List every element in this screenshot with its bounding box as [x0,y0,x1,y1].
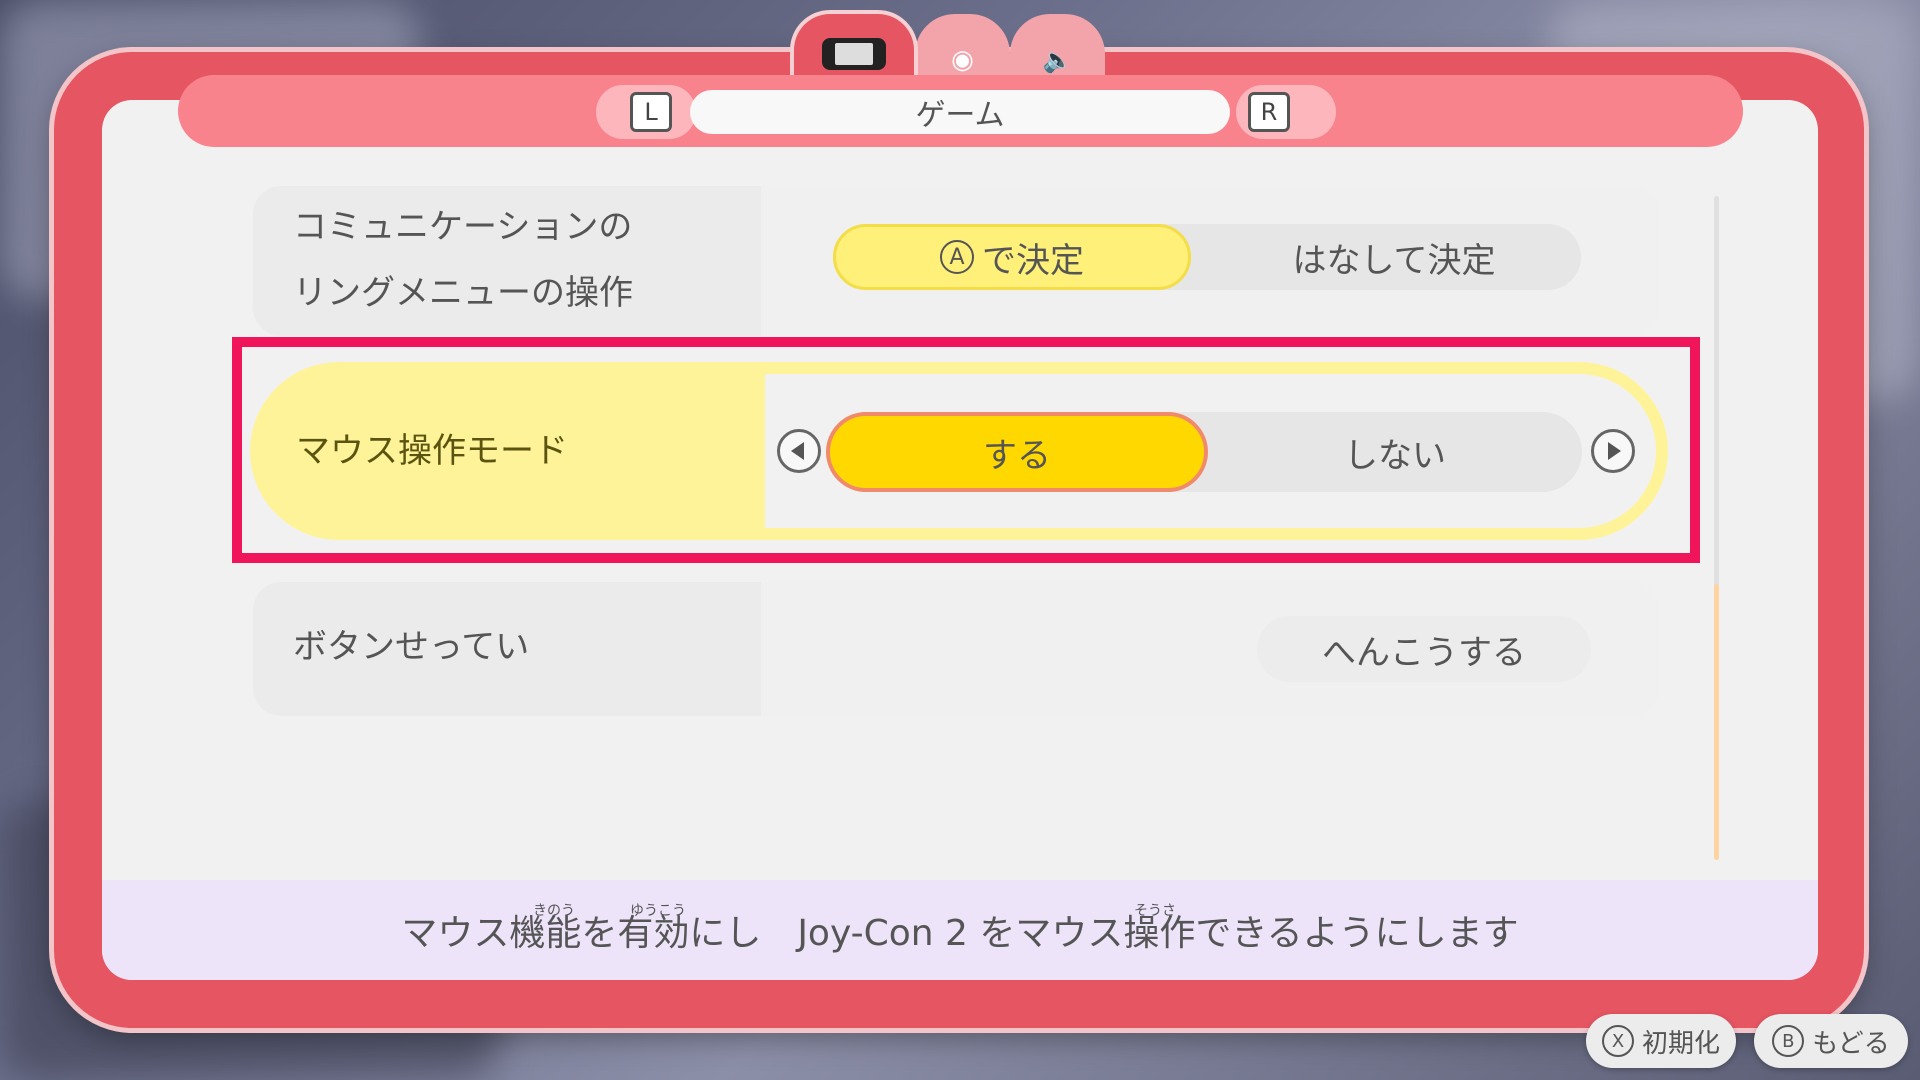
setting-row-button-config: ボタンせってい へんこうする [253,582,1659,716]
scrollbar[interactable] [1714,196,1719,860]
option-release-confirm[interactable]: はなして決定 [1207,224,1581,290]
back-label: もどる [1812,1028,1890,1059]
change-button[interactable]: へんこうする [1257,616,1591,682]
setting-label-line: コミュニケーションの [293,207,633,247]
setting-row-ring-menu: コミュニケーションの リングメニューの操作 A で決定 はなして決定 [253,186,1659,336]
switch-console-icon [822,38,886,70]
b-button-icon: B [1772,1025,1805,1057]
option-a-confirm[interactable]: A で決定 [833,224,1191,290]
tab-game[interactable] [790,10,918,84]
speaker-icon: 🔈 [1042,46,1073,74]
option-label: はなして決定 [1292,240,1496,281]
reset-button[interactable]: X 初期化 [1586,1014,1736,1068]
setting-label-button-config: ボタンせってい [293,627,530,667]
ring-menu-toggle: A で決定 はなして決定 [833,224,1581,290]
page-title: ゲーム [690,90,1230,134]
furigana: ゆうこう [630,903,686,919]
furigana: そうさ [1134,903,1176,919]
reset-label: 初期化 [1641,1028,1720,1059]
r-bumper-button[interactable]: R [1248,92,1290,132]
setting-label-ring-menu: コミュニケーションの リングメニューの操作 [293,194,633,326]
x-button-icon: X [1601,1025,1634,1057]
furigana: きのう [533,903,575,919]
tab-sound[interactable]: 🔈 [1010,14,1105,84]
option-label: で決定 [982,240,1084,281]
a-button-icon: A [940,240,974,274]
l-bumper-button[interactable]: L [630,92,672,132]
description-footer: マウス機能を有効にし Joy-Con 2 をマウス操作できるようにします [102,880,1818,980]
tab-camera[interactable]: ◉ [915,14,1010,84]
scrollbar-thumb[interactable] [1714,584,1719,860]
change-button-label: へんこうする [1322,632,1526,673]
back-button[interactable]: B もどる [1754,1014,1908,1068]
setting-label-line: リングメニューの操作 [293,273,633,313]
camera-icon: ◉ [951,45,974,75]
selection-highlight-box [232,337,1700,563]
